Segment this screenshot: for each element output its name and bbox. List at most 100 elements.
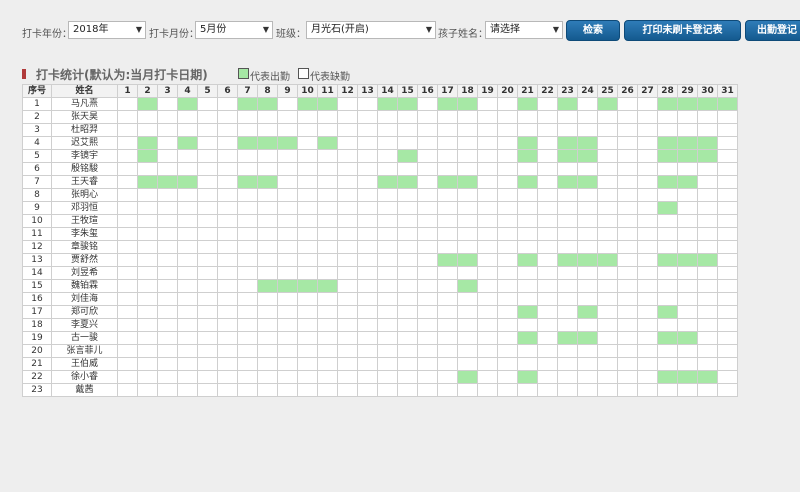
attendance-cell-absent	[437, 266, 458, 280]
attendance-cell-absent	[217, 266, 238, 280]
attendance-cell-absent	[657, 240, 678, 254]
row-child-name: 刘昱希	[51, 266, 118, 280]
attendance-cell-absent	[557, 305, 578, 319]
attendance-cell-absent	[577, 292, 598, 306]
attendance-cell-absent	[717, 383, 738, 397]
attendance-cell-absent	[197, 175, 218, 189]
attendance-cell-absent	[397, 136, 418, 150]
attendance-cell-absent	[657, 227, 678, 241]
attendance-cell-absent	[357, 175, 378, 189]
attendance-cell-absent	[277, 201, 298, 215]
attendance-cell-absent	[337, 149, 358, 163]
export-attendance-button[interactable]: 出勤登记	[745, 20, 800, 41]
attendance-cell-absent	[557, 344, 578, 358]
attendance-cell-present	[577, 305, 598, 319]
col-header-name: 姓名	[51, 84, 118, 98]
attendance-cell-absent	[117, 214, 138, 228]
attendance-cell-absent	[497, 266, 518, 280]
attendance-cell-absent	[157, 383, 178, 397]
attendance-cell-absent	[557, 201, 578, 215]
attendance-cell-absent	[457, 240, 478, 254]
attendance-cell-absent	[557, 370, 578, 384]
attendance-cell-absent	[397, 383, 418, 397]
attendance-cell-absent	[537, 201, 558, 215]
attendance-cell-absent	[437, 214, 458, 228]
attendance-cell-present	[457, 175, 478, 189]
attendance-cell-absent	[577, 188, 598, 202]
attendance-cell-absent	[397, 266, 418, 280]
attendance-cell-absent	[677, 383, 698, 397]
attendance-cell-absent	[597, 305, 618, 319]
attendance-cell-absent	[677, 279, 698, 293]
attendance-cell-absent	[697, 266, 718, 280]
class-select[interactable]: 月光石(开启) ▼	[306, 21, 436, 39]
attendance-cell-absent	[537, 279, 558, 293]
attendance-cell-absent	[437, 227, 458, 241]
attendance-cell-present	[657, 305, 678, 319]
attendance-cell-absent	[617, 110, 638, 124]
attendance-cell-absent	[117, 162, 138, 176]
print-unswiped-button[interactable]: 打印未刷卡登记表	[624, 20, 741, 41]
attendance-cell-absent	[537, 136, 558, 150]
row-child-name: 邓羽恒	[51, 201, 118, 215]
attendance-cell-absent	[477, 240, 498, 254]
attendance-cell-absent	[157, 201, 178, 215]
table-row: 6 殷铭駿	[22, 162, 738, 176]
attendance-cell-absent	[177, 266, 198, 280]
attendance-cell-absent	[537, 123, 558, 137]
attendance-cell-absent	[477, 357, 498, 371]
attendance-cell-absent	[217, 370, 238, 384]
attendance-cell-absent	[477, 162, 498, 176]
attendance-cell-absent	[297, 110, 318, 124]
attendance-cell-absent	[237, 201, 258, 215]
attendance-cell-absent	[657, 279, 678, 293]
row-seq: 6	[22, 162, 52, 176]
attendance-cell-absent	[417, 214, 438, 228]
attendance-cell-absent	[157, 240, 178, 254]
attendance-cell-absent	[137, 240, 158, 254]
row-child-name: 魏铂霖	[51, 279, 118, 293]
attendance-cell-absent	[717, 305, 738, 319]
month-select[interactable]: 5月份 ▼	[195, 21, 273, 39]
attendance-cell-absent	[677, 123, 698, 137]
table-row: 7 王天睿	[22, 175, 738, 189]
attendance-cell-absent	[477, 383, 498, 397]
attendance-cell-absent	[337, 162, 358, 176]
attendance-cell-absent	[397, 344, 418, 358]
attendance-cell-absent	[337, 383, 358, 397]
attendance-cell-absent	[697, 188, 718, 202]
attendance-cell-absent	[157, 331, 178, 345]
attendance-cell-absent	[457, 136, 478, 150]
year-select[interactable]: 2018年 ▼	[68, 21, 146, 39]
attendance-cell-absent	[497, 383, 518, 397]
attendance-cell-absent	[517, 240, 538, 254]
attendance-cell-absent	[697, 162, 718, 176]
search-button[interactable]: 检索	[566, 20, 620, 41]
col-header-day: 14	[377, 84, 398, 98]
attendance-cell-present	[557, 175, 578, 189]
attendance-cell-absent	[357, 344, 378, 358]
attendance-cell-absent	[257, 188, 278, 202]
attendance-cell-absent	[217, 175, 238, 189]
col-header-day: 8	[257, 84, 278, 98]
attendance-cell-absent	[237, 318, 258, 332]
attendance-cell-absent	[537, 214, 558, 228]
attendance-cell-absent	[657, 344, 678, 358]
attendance-cell-absent	[157, 370, 178, 384]
attendance-cell-absent	[317, 214, 338, 228]
attendance-cell-absent	[337, 136, 358, 150]
attendance-cell-absent	[297, 318, 318, 332]
attendance-cell-absent	[617, 188, 638, 202]
attendance-cell-absent	[577, 279, 598, 293]
attendance-cell-absent	[537, 305, 558, 319]
attendance-cell-absent	[417, 383, 438, 397]
attendance-cell-present	[437, 253, 458, 267]
attendance-cell-absent	[277, 214, 298, 228]
attendance-cell-absent	[617, 357, 638, 371]
attendance-cell-absent	[117, 227, 138, 241]
attendance-cell-present	[397, 97, 418, 111]
attendance-cell-absent	[377, 331, 398, 345]
col-header-day: 18	[457, 84, 478, 98]
child-select[interactable]: 请选择 ▼	[485, 21, 563, 39]
attendance-cell-absent	[717, 227, 738, 241]
